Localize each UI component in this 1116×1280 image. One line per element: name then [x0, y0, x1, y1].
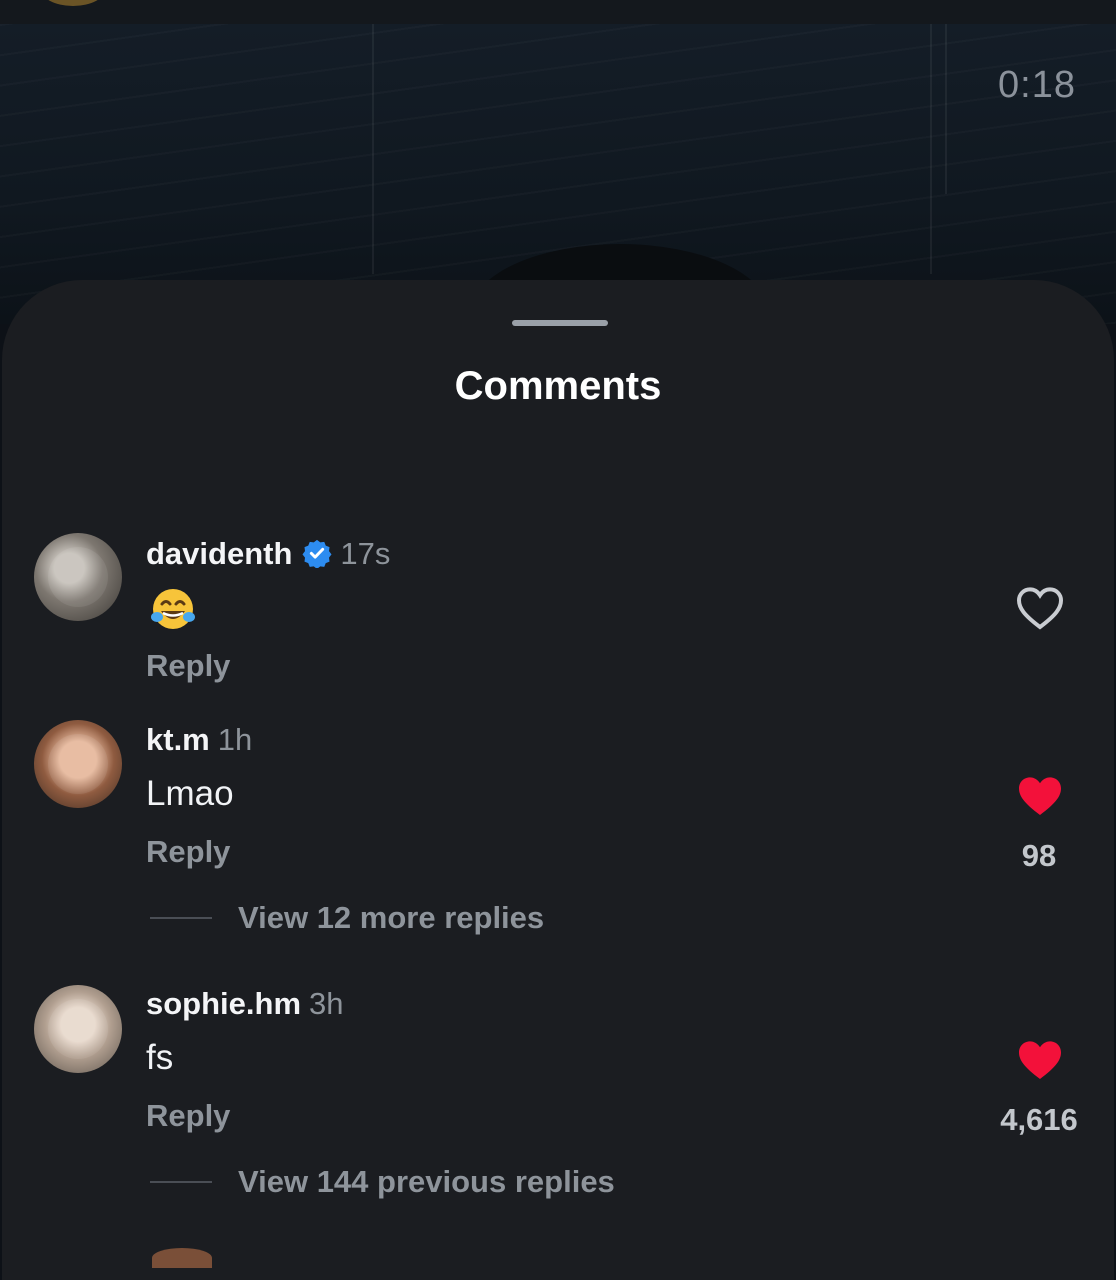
comment-meta: kt.m 1h [146, 722, 252, 758]
top-avatar-partial [40, 0, 106, 6]
view-replies-label: View 144 previous replies [238, 1164, 615, 1199]
heart-icon[interactable] [1016, 1038, 1064, 1082]
video-streak [930, 24, 932, 274]
thread-line [150, 917, 212, 919]
view-replies-label: View 12 more replies [238, 900, 545, 935]
avatar[interactable] [34, 533, 122, 621]
comment-text: fs [146, 1038, 174, 1077]
drag-handle[interactable] [512, 320, 608, 326]
next-comment-avatar-partial [152, 1248, 212, 1268]
comments-sheet: Comments davidenth 17s Reply kt.m 1h Lmao … [2, 280, 1114, 1280]
status-bar [0, 0, 1116, 24]
reply-button[interactable]: Reply [146, 834, 230, 870]
view-replies-button[interactable]: View 12 more replies [150, 900, 544, 936]
comment-username[interactable]: davidenth [146, 536, 292, 571]
video-streak [372, 24, 374, 274]
verified-badge-icon [302, 539, 332, 568]
avatar[interactable] [34, 985, 122, 1073]
heart-icon[interactable] [1016, 586, 1064, 630]
view-replies-button[interactable]: View 144 previous replies [150, 1164, 615, 1200]
comment-text: Lmao [146, 774, 234, 813]
avatar[interactable] [34, 720, 122, 808]
comment-meta: davidenth 17s [146, 536, 390, 572]
laughing-emoji-icon [151, 589, 195, 629]
comment-age: 3h [309, 986, 344, 1021]
video-timestamp: 0:18 [998, 64, 1076, 106]
video-player[interactable]: 0:18 [0, 24, 1116, 324]
thread-line [150, 1181, 212, 1183]
comment-username[interactable]: kt.m [146, 722, 210, 757]
reply-button[interactable]: Reply [146, 648, 230, 684]
heart-icon[interactable] [1016, 774, 1064, 818]
comment-age: 17s [340, 536, 391, 571]
comment-username[interactable]: sophie.hm [146, 986, 301, 1021]
like-count: 98 [1021, 838, 1057, 873]
reply-button[interactable]: Reply [146, 1098, 230, 1134]
like-count: 4,616 [1000, 1102, 1078, 1137]
sheet-title: Comments [454, 364, 662, 408]
comment-meta: sophie.hm 3h [146, 986, 344, 1022]
video-streak [945, 24, 947, 194]
comment-age: 1h [217, 722, 253, 757]
